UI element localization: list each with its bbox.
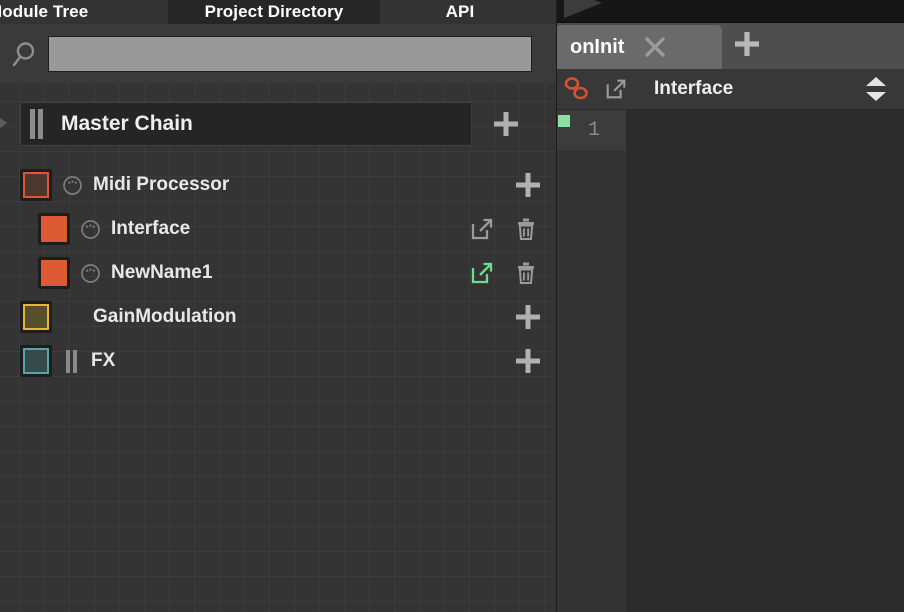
module-tree-panel: Module Tree Project Directory API xyxy=(0,0,556,612)
panel-divider xyxy=(556,0,557,612)
module-tree-list: Midi Processor Interface NewName1 GainMo… xyxy=(0,163,556,383)
module-color-swatch[interactable] xyxy=(20,301,52,333)
script-tab-label: onInit xyxy=(570,35,625,58)
drag-handle-icon[interactable] xyxy=(30,109,43,139)
tree-row-actions xyxy=(500,302,556,332)
tab-api-label: API xyxy=(445,2,475,21)
tab-module-tree[interactable]: Module Tree xyxy=(0,0,168,24)
tab-project-directory-label: Project Directory xyxy=(204,2,344,21)
tree-row-fx[interactable]: FX xyxy=(0,339,556,383)
master-chain-add-button[interactable] xyxy=(478,109,534,139)
master-chain-item[interactable]: Master Chain xyxy=(20,102,472,146)
script-tab-oninit[interactable]: onInit xyxy=(556,25,722,69)
breakpoint-indicator[interactable] xyxy=(558,115,570,127)
tab-project-directory[interactable]: Project Directory xyxy=(168,0,380,24)
line-number: 1 xyxy=(587,118,600,142)
play-icon[interactable] xyxy=(562,0,608,22)
add-module-button[interactable] xyxy=(500,302,556,332)
collapse-chevron-icon[interactable] xyxy=(0,112,13,139)
script-target-label[interactable]: Interface xyxy=(654,78,733,100)
tree-row-midi-processor[interactable]: Midi Processor xyxy=(0,163,556,207)
tree-row-label: Interface xyxy=(111,218,191,239)
master-chain-row: Master Chain xyxy=(0,100,556,148)
module-color-swatch[interactable] xyxy=(20,169,52,201)
popout-editor-button[interactable] xyxy=(460,260,504,286)
tree-row-newname1[interactable]: NewName1 xyxy=(0,251,556,295)
add-script-tab-button[interactable] xyxy=(730,27,764,61)
up-down-arrows-icon[interactable] xyxy=(863,75,889,103)
tree-row-label: Midi Processor xyxy=(93,174,230,195)
module-color-swatch[interactable] xyxy=(20,345,52,377)
tree-row-gainmodulation[interactable]: GainModulation xyxy=(0,295,556,339)
search-row xyxy=(0,24,556,83)
search-icon xyxy=(0,40,48,68)
tree-row-interface[interactable]: Interface xyxy=(0,207,556,251)
popout-editor-button[interactable] xyxy=(460,216,504,242)
script-toolbar: Interface xyxy=(556,69,904,110)
add-module-button[interactable] xyxy=(500,346,556,376)
tabbar-filler xyxy=(540,0,556,24)
tree-row-label: FX xyxy=(91,350,116,371)
tree-row-actions xyxy=(500,346,556,376)
tab-api[interactable]: API xyxy=(380,0,540,24)
delete-module-button[interactable] xyxy=(504,216,548,242)
close-icon[interactable] xyxy=(642,34,668,60)
script-editor-panel: onInit Interface 1 xyxy=(556,0,904,612)
drag-handle-icon[interactable] xyxy=(66,349,77,373)
tree-row-actions xyxy=(500,170,556,200)
delete-module-button[interactable] xyxy=(504,260,548,286)
code-text-area[interactable] xyxy=(626,110,904,612)
module-knob-icon xyxy=(62,175,83,196)
code-editor-area: 1 xyxy=(556,110,904,612)
script-tabbar: onInit xyxy=(556,23,904,69)
module-color-swatch[interactable] xyxy=(38,213,70,245)
tree-row-label: GainModulation xyxy=(93,306,237,327)
tree-row-actions xyxy=(460,260,556,286)
external-link-icon[interactable] xyxy=(598,77,634,101)
tab-module-tree-label: Module Tree xyxy=(0,2,89,21)
module-knob-icon xyxy=(80,219,101,240)
transport-strip xyxy=(556,0,904,23)
application-window: Module Tree Project Directory API xyxy=(0,0,904,612)
add-module-button[interactable] xyxy=(500,170,556,200)
link-icon[interactable] xyxy=(556,76,598,102)
search-input[interactable] xyxy=(48,35,532,72)
tree-row-label: NewName1 xyxy=(111,262,213,283)
tree-row-actions xyxy=(460,216,556,242)
master-chain-label: Master Chain xyxy=(61,112,193,135)
module-knob-icon xyxy=(80,263,101,284)
line-number-gutter: 1 xyxy=(556,110,626,612)
left-panel-tabbar: Module Tree Project Directory API xyxy=(0,0,556,24)
module-color-swatch[interactable] xyxy=(38,257,70,289)
